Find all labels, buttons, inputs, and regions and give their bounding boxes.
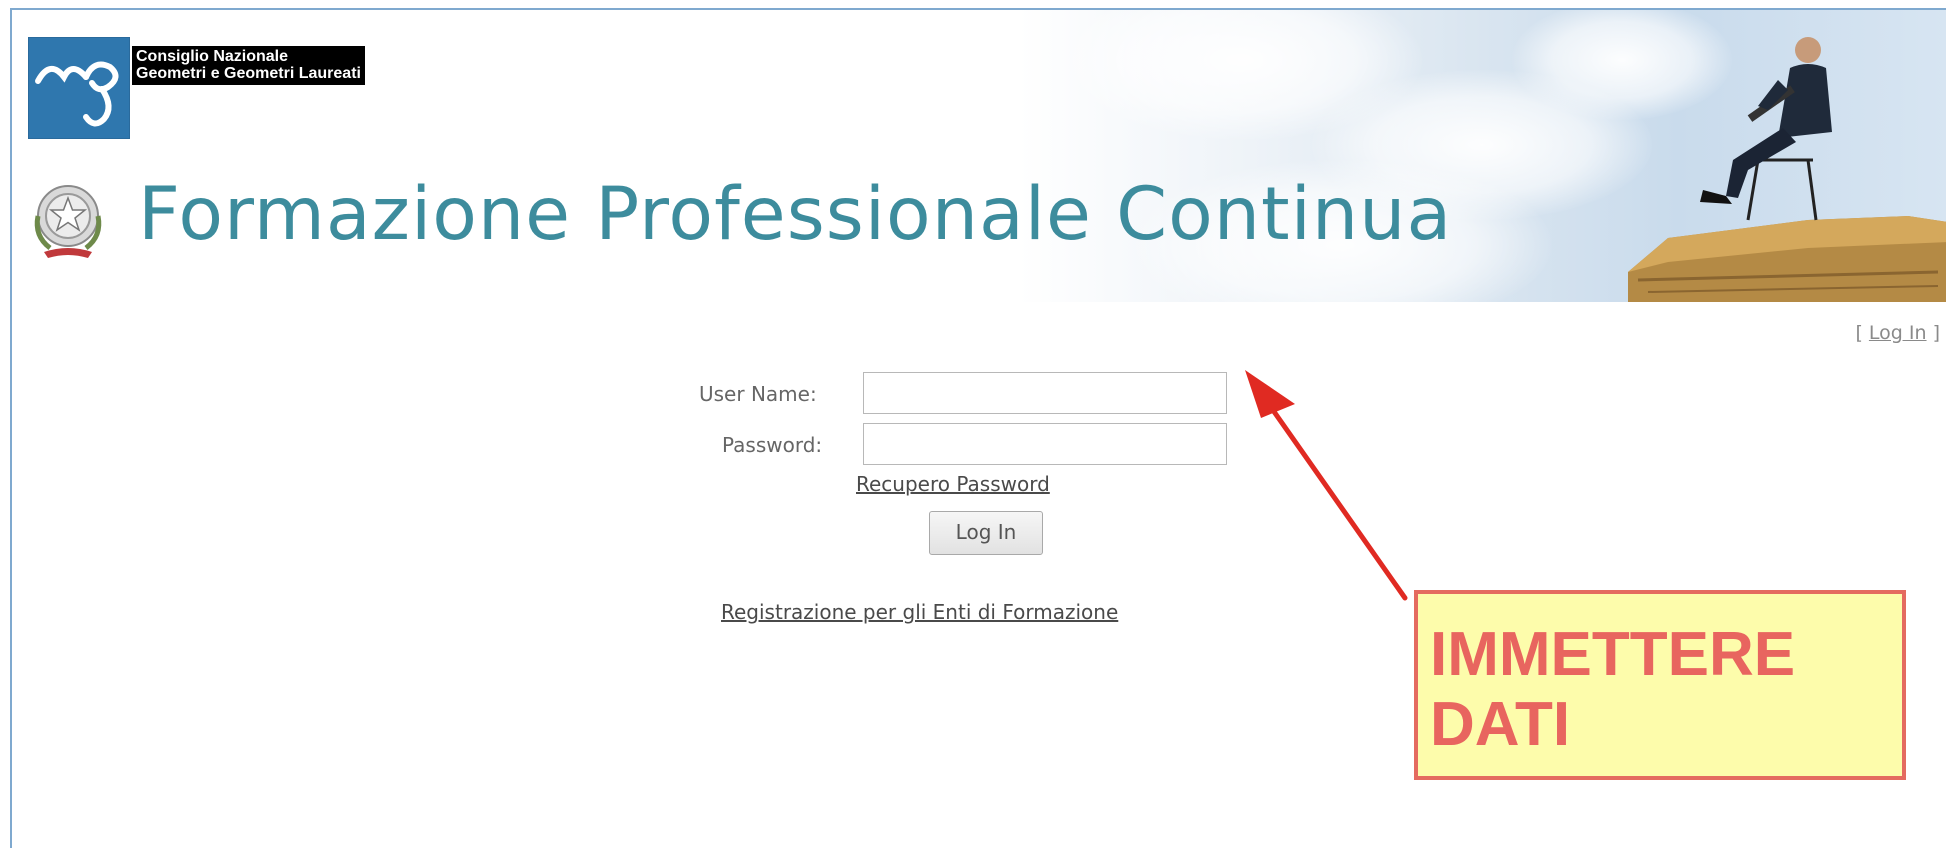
bracket-open: [ [1855,322,1863,344]
password-input[interactable] [863,423,1227,465]
red-arrow-icon [1245,370,1408,601]
annotation-box: IMMETTERE DATI [1414,590,1906,780]
annotation-text: IMMETTERE DATI [1430,620,1796,759]
italian-republic-emblem-icon [30,178,106,262]
organization-line-1: Consiglio Nazionale [136,48,289,65]
username-label: User Name: [699,382,817,406]
organization-name: Consiglio Nazionale Geometri e Geometri … [132,46,365,85]
top-login-link[interactable]: Log In [1869,322,1927,344]
recover-password-link[interactable]: Recupero Password [856,472,1050,496]
man-with-laptop-icon [1608,10,1946,302]
register-training-bodies-link[interactable]: Registrazione per gli Enti di Formazione [721,600,1118,624]
page-title: Formazione Professionale Continua [138,172,1453,257]
password-label: Password: [722,433,823,457]
login-button[interactable]: Log In [929,511,1043,555]
organization-line-2: Geometri e Geometri Laureati [136,65,361,82]
top-login-area: [ Log In ] [1855,322,1940,344]
bracket-close: ] [1932,322,1940,344]
browser-page: Consiglio Nazionale Geometri e Geometri … [10,8,1946,848]
username-input[interactable] [863,372,1227,414]
page-header: Consiglio Nazionale Geometri e Geometri … [12,10,1946,302]
cng-logo-icon [27,36,131,140]
